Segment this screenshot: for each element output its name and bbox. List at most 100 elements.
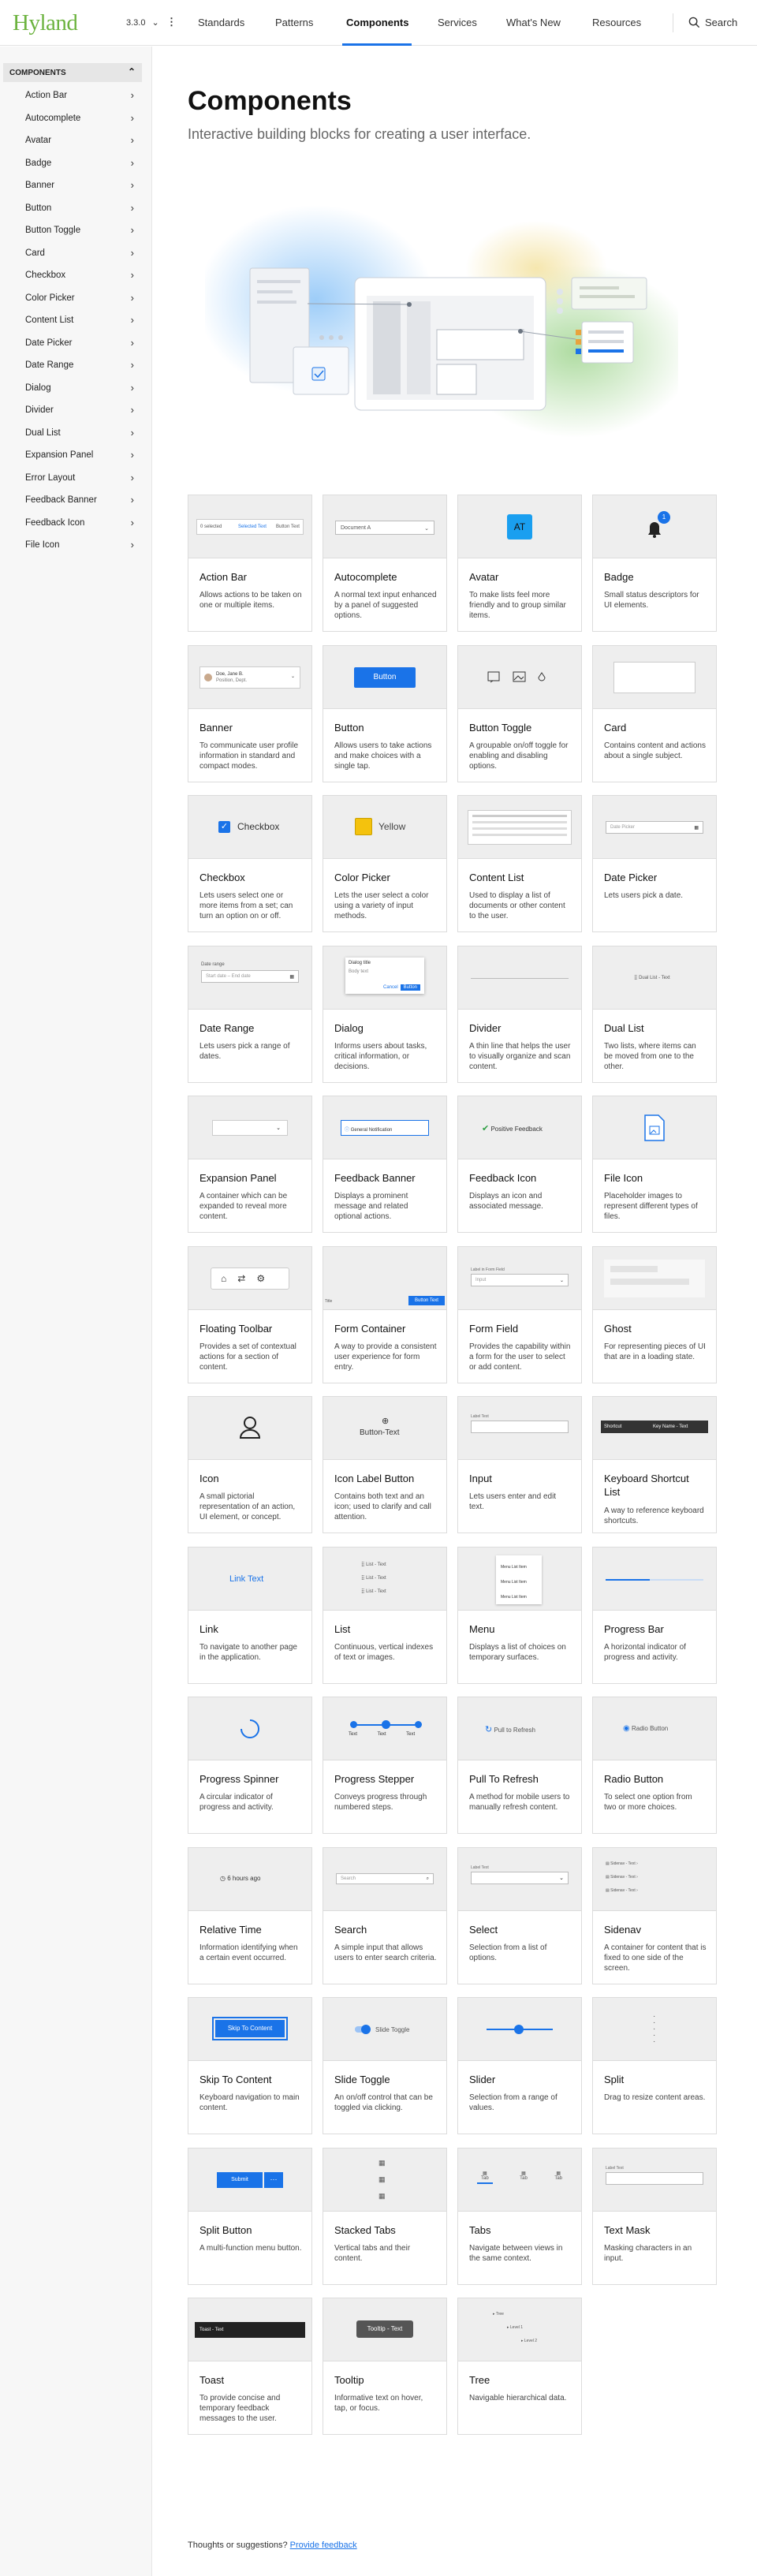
nav-standards[interactable]: Standards <box>198 17 244 28</box>
component-card-stacked-tabs[interactable]: ▦ ▦ ▦ Stacked Tabs Vertical tabs and their c… <box>323 2147 447 2285</box>
component-card-feedback-banner[interactable]: ⓘ General Notification Feedback Banner Dis… <box>323 1096 447 1233</box>
chevron-right-icon: › <box>130 516 134 528</box>
component-card-text-mask[interactable]: Label Text Text Mask Masking characters in… <box>592 2147 717 2285</box>
component-card-keyboard-shortcut-list[interactable]: Shortcut Key Name - Text Keyboard Shortcut… <box>592 1396 717 1533</box>
component-card-checkbox[interactable]: ✓ Checkbox Checkbox Lets users select one o… <box>188 795 312 932</box>
sidebar-item-action-bar[interactable]: Action Bar › <box>3 84 142 106</box>
component-card-expansion-panel[interactable]: ⌄ Expansion Panel A container which can be… <box>188 1096 312 1233</box>
component-card-dual-list[interactable]: ⣿ Dual List - Text Dual List Two lists, wh… <box>592 945 717 1083</box>
sidebar-item-button-toggle[interactable]: Button Toggle › <box>3 219 142 241</box>
component-card-form-container[interactable]: Title Button Text Form Container A way to p… <box>323 1245 447 1383</box>
component-card-feedback-icon[interactable]: ✔ Positive Feedback Feedback Icon Displays… <box>457 1096 582 1233</box>
component-card-ghost[interactable]: Ghost For representing pieces of UI that … <box>592 1245 717 1383</box>
component-card-card[interactable]: Card Contains content and actions about a… <box>592 644 717 782</box>
radio-label: Radio Button <box>631 1725 669 1732</box>
sidebar-item-color-picker[interactable]: Color Picker › <box>3 287 142 309</box>
component-card-toast[interactable]: Toast - Text Toast To provide concise and … <box>188 2298 312 2435</box>
sidebar-item-checkbox[interactable]: Checkbox › <box>3 264 142 286</box>
sidebar-item-autocomplete[interactable]: Autocomplete › <box>3 107 142 129</box>
component-card-progress-bar[interactable]: Progress Bar A horizontal indicator of pr… <box>592 1546 717 1684</box>
card-description: Lets users pick a date. <box>604 891 684 900</box>
component-card-list[interactable]: ⣿ List - Text ⣿ List - Text ⣿ List - Text L… <box>323 1546 447 1684</box>
component-card-color-picker[interactable]: Yellow Color Picker Lets the user select a… <box>323 795 447 932</box>
component-card-icon[interactable]: Icon A small pictorial representation of … <box>188 1396 312 1533</box>
component-card-menu[interactable]: Menu List Item Menu List Item Menu List It… <box>457 1546 582 1684</box>
more-options-icon[interactable]: ⋮ <box>166 16 177 28</box>
version-select[interactable]: 3.3.0 ⌄ <box>126 17 159 28</box>
card-description: Two lists, where items can be moved from… <box>604 1041 696 1071</box>
component-card-relative-time[interactable]: ◷ 6 hours ago Relative Time Information id… <box>188 1846 312 1984</box>
add-circle-icon: ⊕ <box>382 1417 390 1426</box>
component-card-tree[interactable]: ▸ Tree ▸ Level 1 ▸ Level 2 Tree Navigable hi… <box>457 2298 582 2435</box>
provide-feedback-link[interactable]: Provide feedback <box>290 2541 357 2550</box>
chevron-up-icon: ⌃ <box>127 66 136 77</box>
component-card-slider[interactable]: Slider Selection from a range of values. <box>457 1997 582 2134</box>
date-picker-placeholder: Date Picker <box>610 825 636 830</box>
component-card-button[interactable]: Button Button Allows users to take actions… <box>323 644 447 782</box>
chevron-right-icon: › <box>130 426 134 439</box>
sidebar-item-banner[interactable]: Banner › <box>3 174 142 196</box>
component-card-progress-spinner[interactable]: Progress Spinner A circular indicator of … <box>188 1697 312 1834</box>
nav-patterns[interactable]: Patterns <box>275 17 313 28</box>
component-card-sidenav[interactable]: ▤ Sidenav - Text › ▤ Sidenav - Text › ▤ Si… <box>592 1846 717 1984</box>
component-card-icon-label-button[interactable]: ⊕ Button-Text Icon Label Button Contains bo… <box>323 1396 447 1533</box>
sidebar-item-label: Badge <box>25 158 52 168</box>
toast-preview: Toast - Text <box>195 2322 305 2338</box>
component-card-autocomplete[interactable]: Document A ⌄ Autocomplete A normal text inp… <box>323 495 447 632</box>
sidebar-item-divider[interactable]: Divider › <box>3 399 142 421</box>
sidebar-item-error-layout[interactable]: Error Layout › <box>3 467 142 489</box>
component-card-skip-to-content[interactable]: Skip To Content Skip To Content Keyboard n… <box>188 1997 312 2134</box>
component-card-action-bar[interactable]: 0 selected Selected Text Button Text Action… <box>188 495 312 632</box>
sidebar-item-card[interactable]: Card › <box>3 242 142 264</box>
component-card-badge[interactable]: 1 Badge Small status descriptors for UI el… <box>592 495 717 632</box>
sidebar-item-dialog[interactable]: Dialog › <box>3 377 142 399</box>
hyland-logo[interactable]: Hyland <box>13 10 78 36</box>
component-card-tabs[interactable]: ▦ Tab ▦ Tab ▦ Tab Tabs Navigate between views i… <box>457 2147 582 2285</box>
component-card-button-toggle[interactable]: Button Toggle A groupable on/off toggle f… <box>457 644 582 782</box>
sidebar-item-feedback-icon[interactable]: Feedback Icon › <box>3 512 142 534</box>
component-card-split[interactable]: · · · · · Split Drag to resize content areas. <box>592 1997 717 2134</box>
component-card-dialog[interactable]: Dialog title Body text Cancel Button Dialog I… <box>323 945 447 1083</box>
component-card-date-range[interactable]: Date range Start date – End date ▦ Date Ran… <box>188 945 312 1083</box>
checkmark-icon: ✔ <box>482 1124 490 1133</box>
sidebar-item-date-range[interactable]: Date Range › <box>3 354 142 376</box>
component-card-avatar[interactable]: AT Avatar To make lists feel more friendly… <box>457 495 582 632</box>
sidebar-section-components[interactable]: COMPONENTS ⌃ <box>3 63 142 82</box>
component-card-floating-toolbar[interactable]: ⌂⇄⚙ Floating Toolbar Provides a set of con… <box>188 1245 312 1383</box>
component-card-file-icon[interactable]: File Icon Placeholder images to represent… <box>592 1096 717 1233</box>
nav-components[interactable]: Components <box>346 17 408 28</box>
search-button[interactable]: Search <box>688 17 737 28</box>
component-card-content-list[interactable]: Content List Used to display a list of do… <box>457 795 582 932</box>
sidebar-item-expansion-panel[interactable]: Expansion Panel › <box>3 444 142 466</box>
component-card-radio-button[interactable]: ◉ Radio Button Radio Button To select one … <box>592 1697 717 1834</box>
sidebar-item-button[interactable]: Button › <box>3 197 142 219</box>
component-card-split-button[interactable]: Submit ⋯ Split Button A multi-function menu… <box>188 2147 312 2285</box>
card-preview-area <box>458 946 581 1010</box>
nav-whats-new[interactable]: What's New <box>506 17 561 28</box>
component-card-tooltip[interactable]: Tooltip - Text Tooltip Informative text on… <box>323 2298 447 2435</box>
component-card-divider[interactable]: Divider A thin line that helps the user t… <box>457 945 582 1083</box>
sidebar-item-content-list[interactable]: Content List › <box>3 309 142 331</box>
component-card-link[interactable]: Link Text Link To navigate to another page… <box>188 1546 312 1684</box>
component-card-form-field[interactable]: Label in Form Field Input ⌄ Form Field Provi… <box>457 1245 582 1383</box>
sidebar-item-dual-list[interactable]: Dual List › <box>3 422 142 444</box>
sidebar-item-feedback-banner[interactable]: Feedback Banner › <box>3 489 142 511</box>
card-preview-area: Toast - Text <box>188 2298 311 2361</box>
nav-services[interactable]: Services <box>438 17 477 28</box>
component-card-slide-toggle[interactable]: Slide Toggle Slide Toggle An on/off contro… <box>323 1997 447 2134</box>
component-card-select[interactable]: Label Text ⌄ Select Selection from a list o… <box>457 1846 582 1984</box>
component-card-input[interactable]: Label Text Input Lets users enter and edit… <box>457 1396 582 1533</box>
sidebar-item-date-picker[interactable]: Date Picker › <box>3 332 142 354</box>
component-card-search[interactable]: Search ⌕ Search A simple input that allows … <box>323 1846 447 1984</box>
component-card-banner[interactable]: Doe, Jane B. Position, Dept. ⌄ Banner To com… <box>188 644 312 782</box>
component-card-pull-to-refresh[interactable]: ↻ Pull to Refresh Pull To Refresh A method… <box>457 1697 582 1834</box>
component-card-date-picker[interactable]: Date Picker ▦ Date Picker Lets users pick a… <box>592 795 717 932</box>
sidebar-item-badge[interactable]: Badge › <box>3 152 142 174</box>
sidebar-item-file-icon[interactable]: File Icon › <box>3 534 142 556</box>
component-card-progress-stepper[interactable]: Text Text Text Progress Stepper Conveys pr… <box>323 1697 447 1834</box>
sidebar-item-label: Error Layout <box>25 472 76 483</box>
card-title: Divider <box>469 1021 502 1034</box>
nav-resources[interactable]: Resources <box>592 17 641 28</box>
date-range-placeholder: Start date – End date <box>206 973 251 979</box>
sidebar-item-avatar[interactable]: Avatar › <box>3 129 142 151</box>
